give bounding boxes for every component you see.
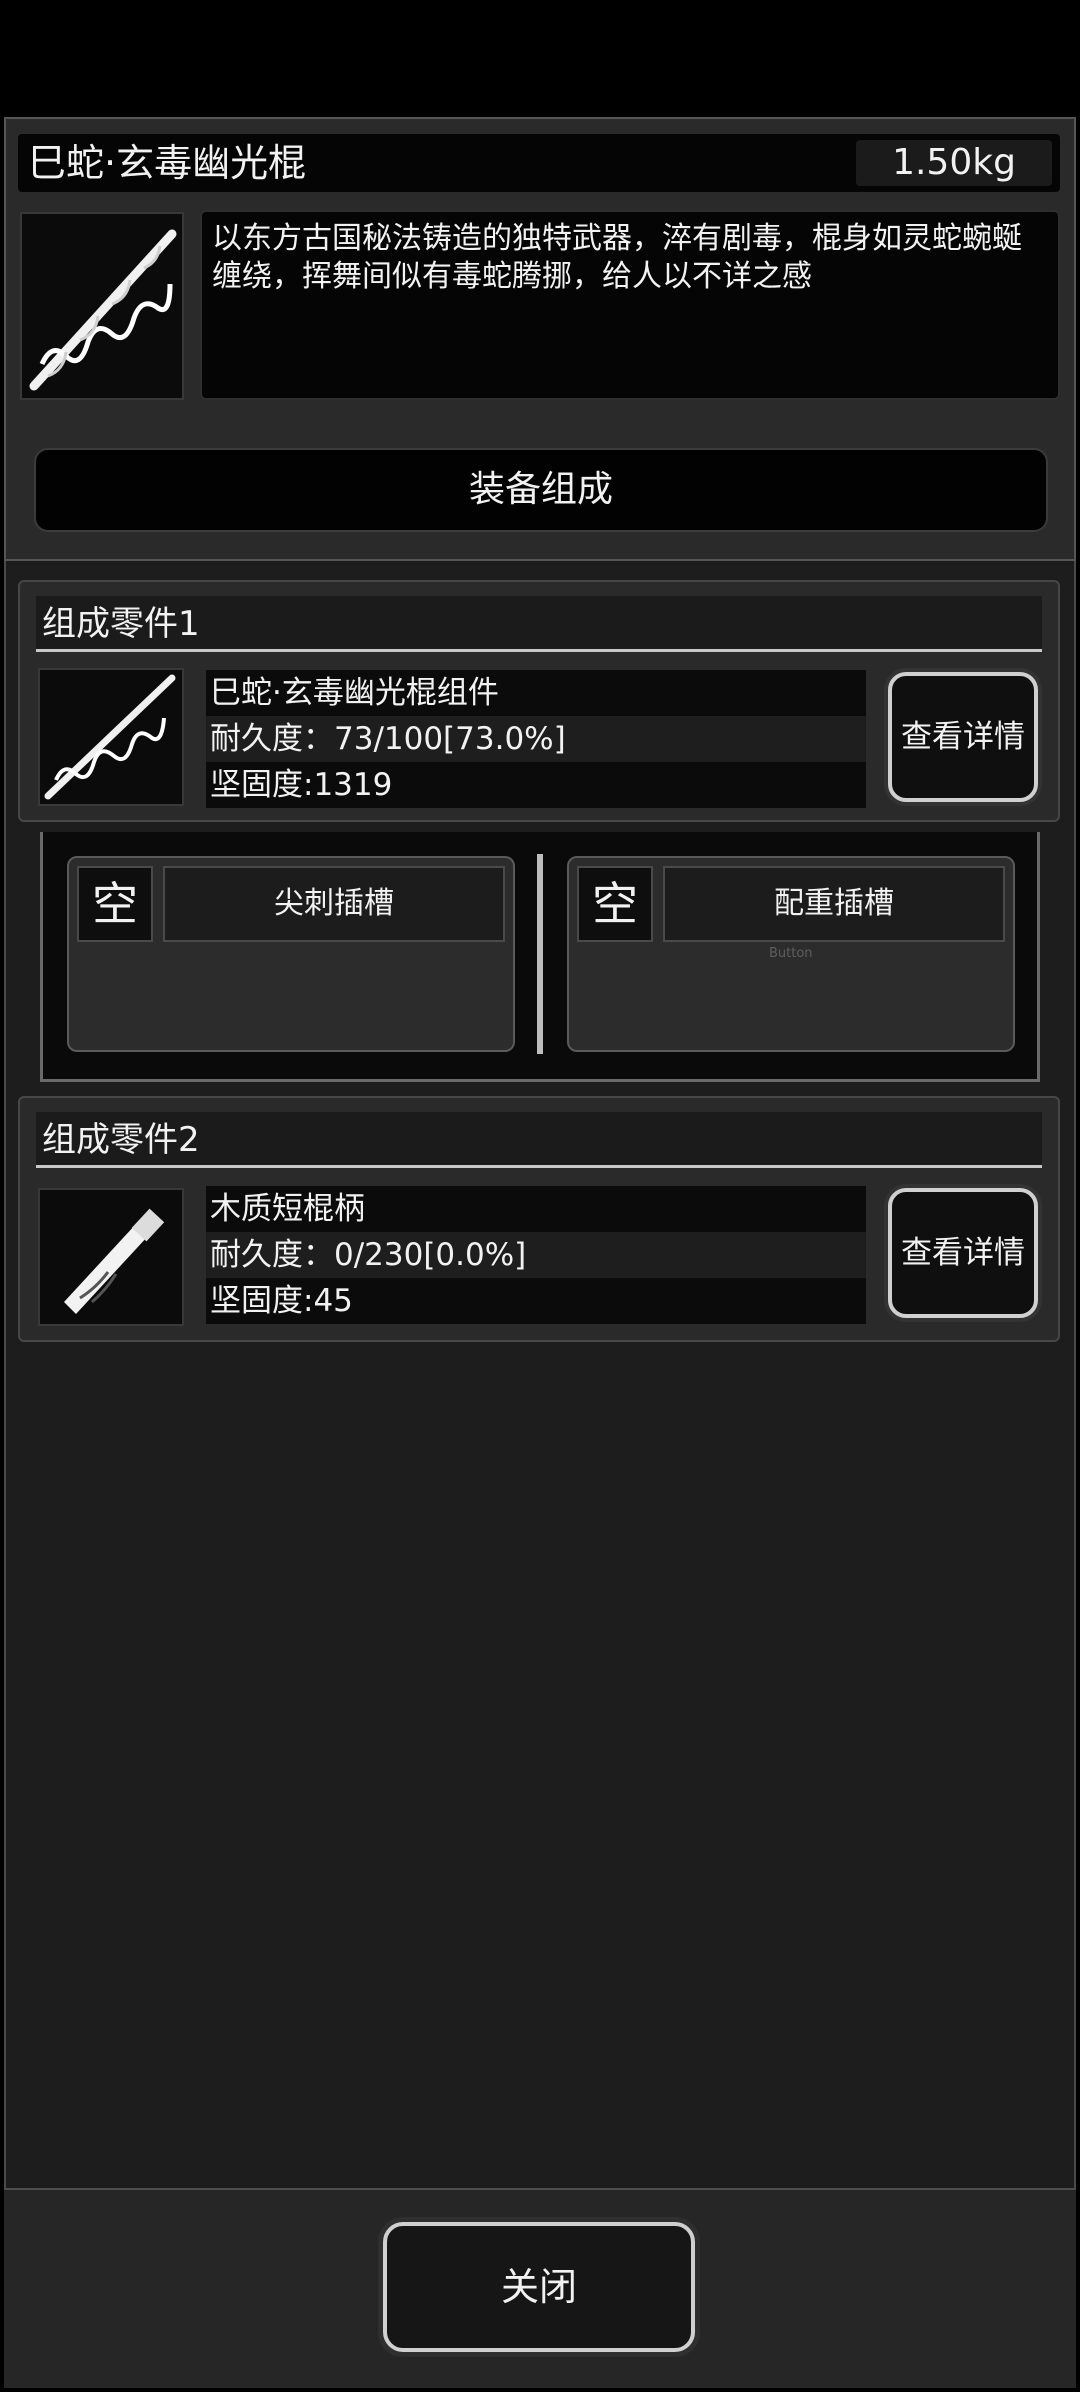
part-card-1: 组成零件1 巳蛇·玄毒幽光棍组件 耐久度：73/100[73.0%] 坚固度:1… xyxy=(18,580,1060,822)
part-title: 组成零件2 xyxy=(36,1112,1042,1168)
counterweight-socket[interactable]: 空 配重插槽 Button xyxy=(567,856,1015,1052)
item-name: 巳蛇·玄毒幽光棍 xyxy=(28,141,307,185)
socket-divider xyxy=(537,854,543,1054)
serpent-staff-icon xyxy=(29,229,177,391)
close-button[interactable]: 关闭 xyxy=(383,2222,695,2352)
empty-slot-mark: 空 xyxy=(577,866,653,942)
placeholder-button-text: Button xyxy=(769,946,813,961)
item-weight: 1.50kg xyxy=(856,140,1052,186)
item-image xyxy=(20,212,184,400)
counterweight-socket-label: 配重插槽 xyxy=(663,866,1005,942)
spike-socket-label: 尖刺插槽 xyxy=(163,866,505,942)
part-image xyxy=(38,1188,184,1326)
item-title-bar: 巳蛇·玄毒幽光棍 1.50kg xyxy=(18,134,1060,192)
socket-panel: 空 尖刺插槽 空 配重插槽 Button xyxy=(40,832,1040,1082)
item-description: 以东方古国秘法铸造的独特武器，淬有剧毒，棍身如灵蛇蜿蜒缠绕，挥舞间似有毒蛇腾挪，… xyxy=(200,210,1060,400)
part-name: 木质短棍柄 xyxy=(206,1186,866,1232)
part-info: 木质短棍柄 耐久度：0/230[0.0%] 坚固度:45 xyxy=(206,1186,866,1324)
part-title: 组成零件1 xyxy=(36,596,1042,652)
part-name: 巳蛇·玄毒幽光棍组件 xyxy=(206,670,866,716)
part-card-2: 组成零件2 木质短棍柄 耐久度：0/230[0.0%] 坚固度:45 查看详情 xyxy=(18,1096,1060,1342)
wooden-handle-icon xyxy=(64,1208,165,1314)
view-details-button[interactable]: 查看详情 xyxy=(888,1188,1038,1318)
empty-slot-mark: 空 xyxy=(77,866,153,942)
equipment-composition-button[interactable]: 装备组成 xyxy=(34,448,1048,532)
part-info: 巳蛇·玄毒幽光棍组件 耐久度：73/100[73.0%] 坚固度:1319 xyxy=(206,670,866,808)
part-hardness: 坚固度:1319 xyxy=(206,762,866,808)
view-details-button[interactable]: 查看详情 xyxy=(888,672,1038,802)
part-durability: 耐久度：73/100[73.0%] xyxy=(206,716,866,762)
spike-socket[interactable]: 空 尖刺插槽 xyxy=(67,856,515,1052)
part-image xyxy=(38,668,184,806)
part-hardness: 坚固度:45 xyxy=(206,1278,866,1324)
part-durability: 耐久度：0/230[0.0%] xyxy=(206,1232,866,1278)
serpent-staff-icon xyxy=(44,674,176,800)
